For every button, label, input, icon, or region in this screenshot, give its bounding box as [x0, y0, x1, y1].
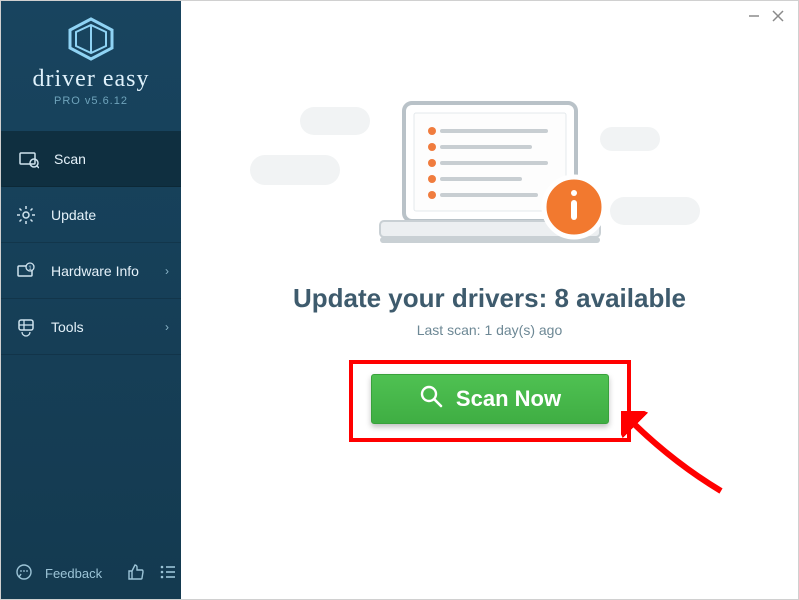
tools-icon [15, 316, 37, 338]
sidebar-item-update[interactable]: Update [1, 187, 181, 243]
chevron-right-icon: › [165, 320, 169, 334]
thumbs-up-icon[interactable] [126, 562, 146, 585]
sidebar-item-hardware-info[interactable]: 1 Hardware Info › [1, 243, 181, 299]
chevron-right-icon: › [165, 264, 169, 278]
search-icon [418, 383, 444, 415]
list-icon[interactable] [158, 562, 178, 585]
sidebar-footer: Feedback [1, 548, 181, 599]
last-scan-label: Last scan: 1 day(s) ago [417, 322, 563, 338]
scan-highlight-box: Scan Now [349, 360, 631, 442]
brand-logo-icon [66, 17, 116, 61]
main-content: Update your drivers: 8 available Last sc… [181, 1, 798, 599]
hero-illustration [360, 97, 620, 267]
logo-zone: driver easy PRO v5.6.12 [1, 1, 181, 117]
hardware-icon: 1 [15, 260, 37, 282]
scan-icon [18, 148, 40, 170]
scan-now-button[interactable]: Scan Now [371, 374, 609, 424]
sidebar-item-label: Tools [51, 319, 84, 335]
sidebar: driver easy PRO v5.6.12 Scan Update 1 Ha… [1, 1, 181, 599]
brand-version: PRO v5.6.12 [1, 95, 181, 107]
feedback-label[interactable]: Feedback [45, 566, 102, 581]
gear-icon [15, 204, 37, 226]
scan-now-label: Scan Now [456, 386, 561, 412]
sidebar-item-label: Scan [54, 151, 86, 167]
sidebar-item-tools[interactable]: Tools › [1, 299, 181, 355]
sidebar-item-label: Hardware Info [51, 263, 139, 279]
brand-name: driver easy [1, 66, 181, 93]
nav: Scan Update 1 Hardware Info › Tools › [1, 131, 181, 355]
sidebar-item-scan[interactable]: Scan [1, 131, 181, 187]
sidebar-item-label: Update [51, 207, 96, 223]
feedback-icon[interactable] [15, 563, 33, 584]
headline: Update your drivers: 8 available [293, 283, 686, 314]
